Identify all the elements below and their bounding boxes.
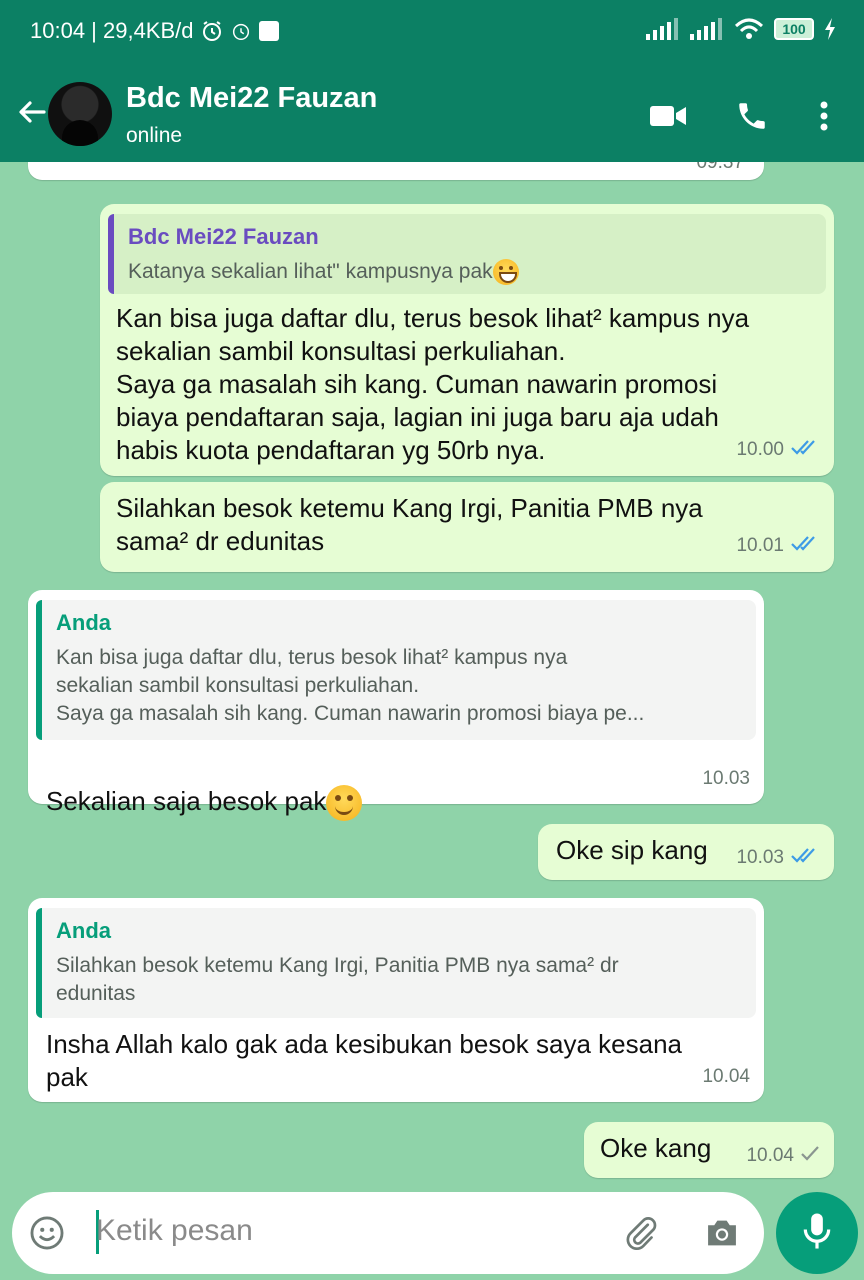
time-text: 10.04 — [746, 1145, 794, 1166]
more-options-icon[interactable] — [802, 98, 846, 134]
single-check-icon — [800, 1144, 820, 1168]
double-check-read-icon — [790, 846, 820, 870]
quoted-message[interactable]: Bdc Mei22 Fauzan Katanya sekalian lihat"… — [108, 214, 826, 294]
app-bar: Bdc Mei22 Fauzan online — [0, 70, 864, 162]
status-right: 100 — [646, 18, 836, 40]
attach-icon[interactable] — [620, 1212, 662, 1254]
time-text: 10.01 — [736, 535, 784, 556]
alarm-clock-icon — [200, 19, 224, 43]
status-left: 10:04 | 29,4KB/d — [30, 18, 280, 44]
contact-name[interactable]: Bdc Mei22 Fauzan — [126, 82, 377, 115]
quoted-author: Bdc Mei22 Fauzan — [128, 224, 319, 249]
message-input[interactable]: Ketik pesan — [96, 1214, 253, 1248]
message-text-wrap: Sekalian saja besok pak — [36, 740, 756, 822]
mic-icon — [802, 1212, 832, 1255]
quoted-text: Silahkan besok ketemu Kang Irgi, Panitia… — [56, 954, 619, 1005]
double-check-read-icon — [790, 534, 820, 558]
quoted-author: Anda — [56, 610, 111, 635]
charging-icon — [824, 18, 836, 40]
message-bubble-outgoing[interactable]: Silahkan besok ketemu Kang Irgi, Panitia… — [100, 482, 834, 572]
time-text: 10.00 — [736, 439, 784, 460]
back-arrow-icon[interactable] — [12, 92, 52, 132]
notification-square-icon — [258, 20, 280, 42]
battery-indicator: 100 — [774, 18, 814, 40]
contact-status: online — [126, 124, 183, 147]
quoted-message[interactable]: Anda Silahkan besok ketemu Kang Irgi, Pa… — [36, 908, 756, 1018]
message-meta: 10.04 — [746, 1144, 820, 1168]
grinning-emoji — [492, 259, 519, 286]
camera-icon[interactable] — [700, 1212, 744, 1254]
message-time: 09.37 — [696, 162, 744, 174]
smiling-emoji — [326, 785, 363, 822]
avatar[interactable] — [48, 82, 112, 146]
message-bubble-outgoing[interactable]: Oke sip kang 10.03 — [538, 824, 834, 880]
status-bar: 10:04 | 29,4KB/d 100 — [0, 0, 864, 66]
message-text: Sekalian saja besok pak — [46, 786, 327, 816]
chat-header: 10:04 | 29,4KB/d 100 Bdc Mei22 Fauzan on… — [0, 0, 864, 162]
time-text: 09.37 — [696, 162, 744, 173]
message-bubble-outgoing[interactable]: Oke kang 10.04 — [584, 1122, 834, 1178]
message-composer[interactable]: Ketik pesan — [12, 1192, 764, 1274]
message-bubble-partial[interactable]: 09.37 — [28, 162, 764, 180]
phone-icon[interactable] — [730, 98, 774, 134]
wifi-icon — [734, 18, 764, 40]
alarm-icon — [230, 20, 252, 42]
time-text: 10.04 — [702, 1066, 750, 1087]
double-check-read-icon — [790, 438, 820, 462]
time-text: 10.03 — [736, 847, 784, 868]
message-bubble-outgoing[interactable]: Bdc Mei22 Fauzan Katanya sekalian lihat"… — [100, 204, 834, 476]
message-text: Silahkan besok ketemu Kang Irgi, Panitia… — [116, 493, 703, 556]
quoted-text: Kan bisa juga daftar dlu, terus besok li… — [56, 646, 645, 725]
time-text: 10.03 — [702, 768, 750, 789]
quoted-text-wrap: Katanya sekalian lihat" kampusnya pak — [128, 258, 812, 286]
message-meta: 10.03 — [702, 768, 750, 790]
quoted-author: Anda — [56, 918, 111, 943]
message-text: Kan bisa juga daftar dlu, terus besok li… — [116, 303, 750, 465]
signal-icon — [646, 18, 680, 40]
status-time-info: 10:04 | 29,4KB/d — [30, 18, 194, 43]
message-meta: 10.00 — [736, 438, 820, 462]
message-bubble-incoming[interactable]: Anda Silahkan besok ketemu Kang Irgi, Pa… — [28, 898, 764, 1102]
message-text: Insha Allah kalo gak ada kesibukan besok… — [46, 1029, 682, 1092]
quoted-text: Katanya sekalian lihat" kampusnya pak — [128, 260, 493, 283]
message-meta: 10.03 — [736, 846, 820, 870]
message-meta: 10.01 — [736, 534, 820, 558]
message-meta: 10.04 — [702, 1066, 750, 1088]
mic-button[interactable] — [776, 1192, 858, 1274]
chat-area[interactable]: 09.37 Bdc Mei22 Fauzan Katanya sekalian … — [0, 162, 864, 1192]
message-bubble-incoming[interactable]: Anda Kan bisa juga daftar dlu, terus bes… — [28, 590, 764, 822]
quoted-message[interactable]: Anda Kan bisa juga daftar dlu, terus bes… — [36, 600, 756, 740]
emoji-icon[interactable] — [26, 1212, 68, 1254]
signal-2-icon — [690, 18, 724, 40]
video-call-icon[interactable] — [646, 98, 690, 134]
